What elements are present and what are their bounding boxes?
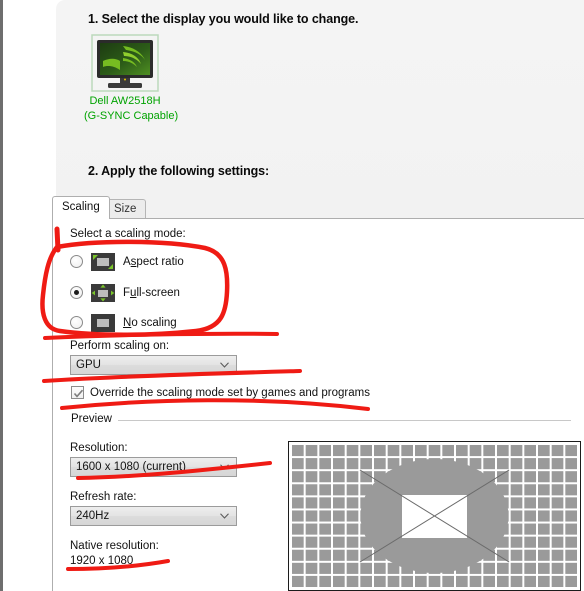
label-full-screen: Full-screen [123,286,180,299]
step1-heading: 1. Select the display you would like to … [88,12,359,26]
resolution-label: Resolution: [70,442,128,454]
perform-scaling-combobox[interactable]: GPU [70,355,237,375]
radio-row-no-scaling[interactable]: No scaling [70,312,177,333]
chevron-down-icon [220,464,229,470]
scaling-mode-section-label: Select a scaling mode: [70,228,186,240]
radio-row-full-screen[interactable]: Full-screen [70,282,180,303]
preview-group-label: Preview [71,413,118,425]
label-aspect-ratio: Aspect ratio [123,255,184,268]
perform-scaling-value: GPU [76,359,101,371]
check-icon [73,389,84,398]
radio-aspect-ratio[interactable] [70,255,83,268]
override-checkbox-row[interactable]: Override the scaling mode set by games a… [71,386,370,399]
chevron-down-icon [220,513,229,519]
window-left-margin [3,0,56,591]
no-scaling-icon [91,313,115,332]
radio-row-aspect-ratio[interactable]: Aspect ratio [70,251,184,272]
resolution-combobox[interactable]: 1600 x 1080 (current) [70,457,237,477]
display-name-label: Dell AW2518H [89,95,161,107]
refresh-rate-value: 240Hz [76,510,110,522]
display-selector-item[interactable]: Dell AW2518H (G-SYNC Capable) [84,33,179,123]
radio-full-screen[interactable] [70,286,83,299]
radio-no-scaling[interactable] [70,316,83,329]
native-resolution-label: Native resolution: [70,540,159,552]
override-checkbox-label: Override the scaling mode set by games a… [90,386,370,399]
tabstrip: Scaling Size [52,196,584,219]
monitor-nvidia-icon [91,34,159,92]
tab-scaling[interactable]: Scaling [52,196,110,219]
refresh-rate-label: Refresh rate: [70,491,137,503]
nvidia-control-panel-display-scaling: 1. Select the display you would like to … [0,0,584,591]
chevron-down-icon [220,362,229,368]
full-screen-icon [91,283,115,302]
tab-size[interactable]: Size [104,199,147,218]
override-checkbox[interactable] [71,386,84,399]
preview-test-pattern [288,441,581,591]
preview-group-divider [113,420,571,421]
step2-heading: 2. Apply the following settings: [88,164,270,178]
display-capability-label: (G-SYNC Capable) [84,110,179,122]
resolution-value: 1600 x 1080 (current) [76,461,186,473]
perform-scaling-label: Perform scaling on: [70,340,170,352]
native-resolution-value: 1920 x 1080 [70,555,134,567]
refresh-rate-combobox[interactable]: 240Hz [70,506,237,526]
label-no-scaling: No scaling [123,316,177,329]
aspect-ratio-icon [91,252,115,271]
